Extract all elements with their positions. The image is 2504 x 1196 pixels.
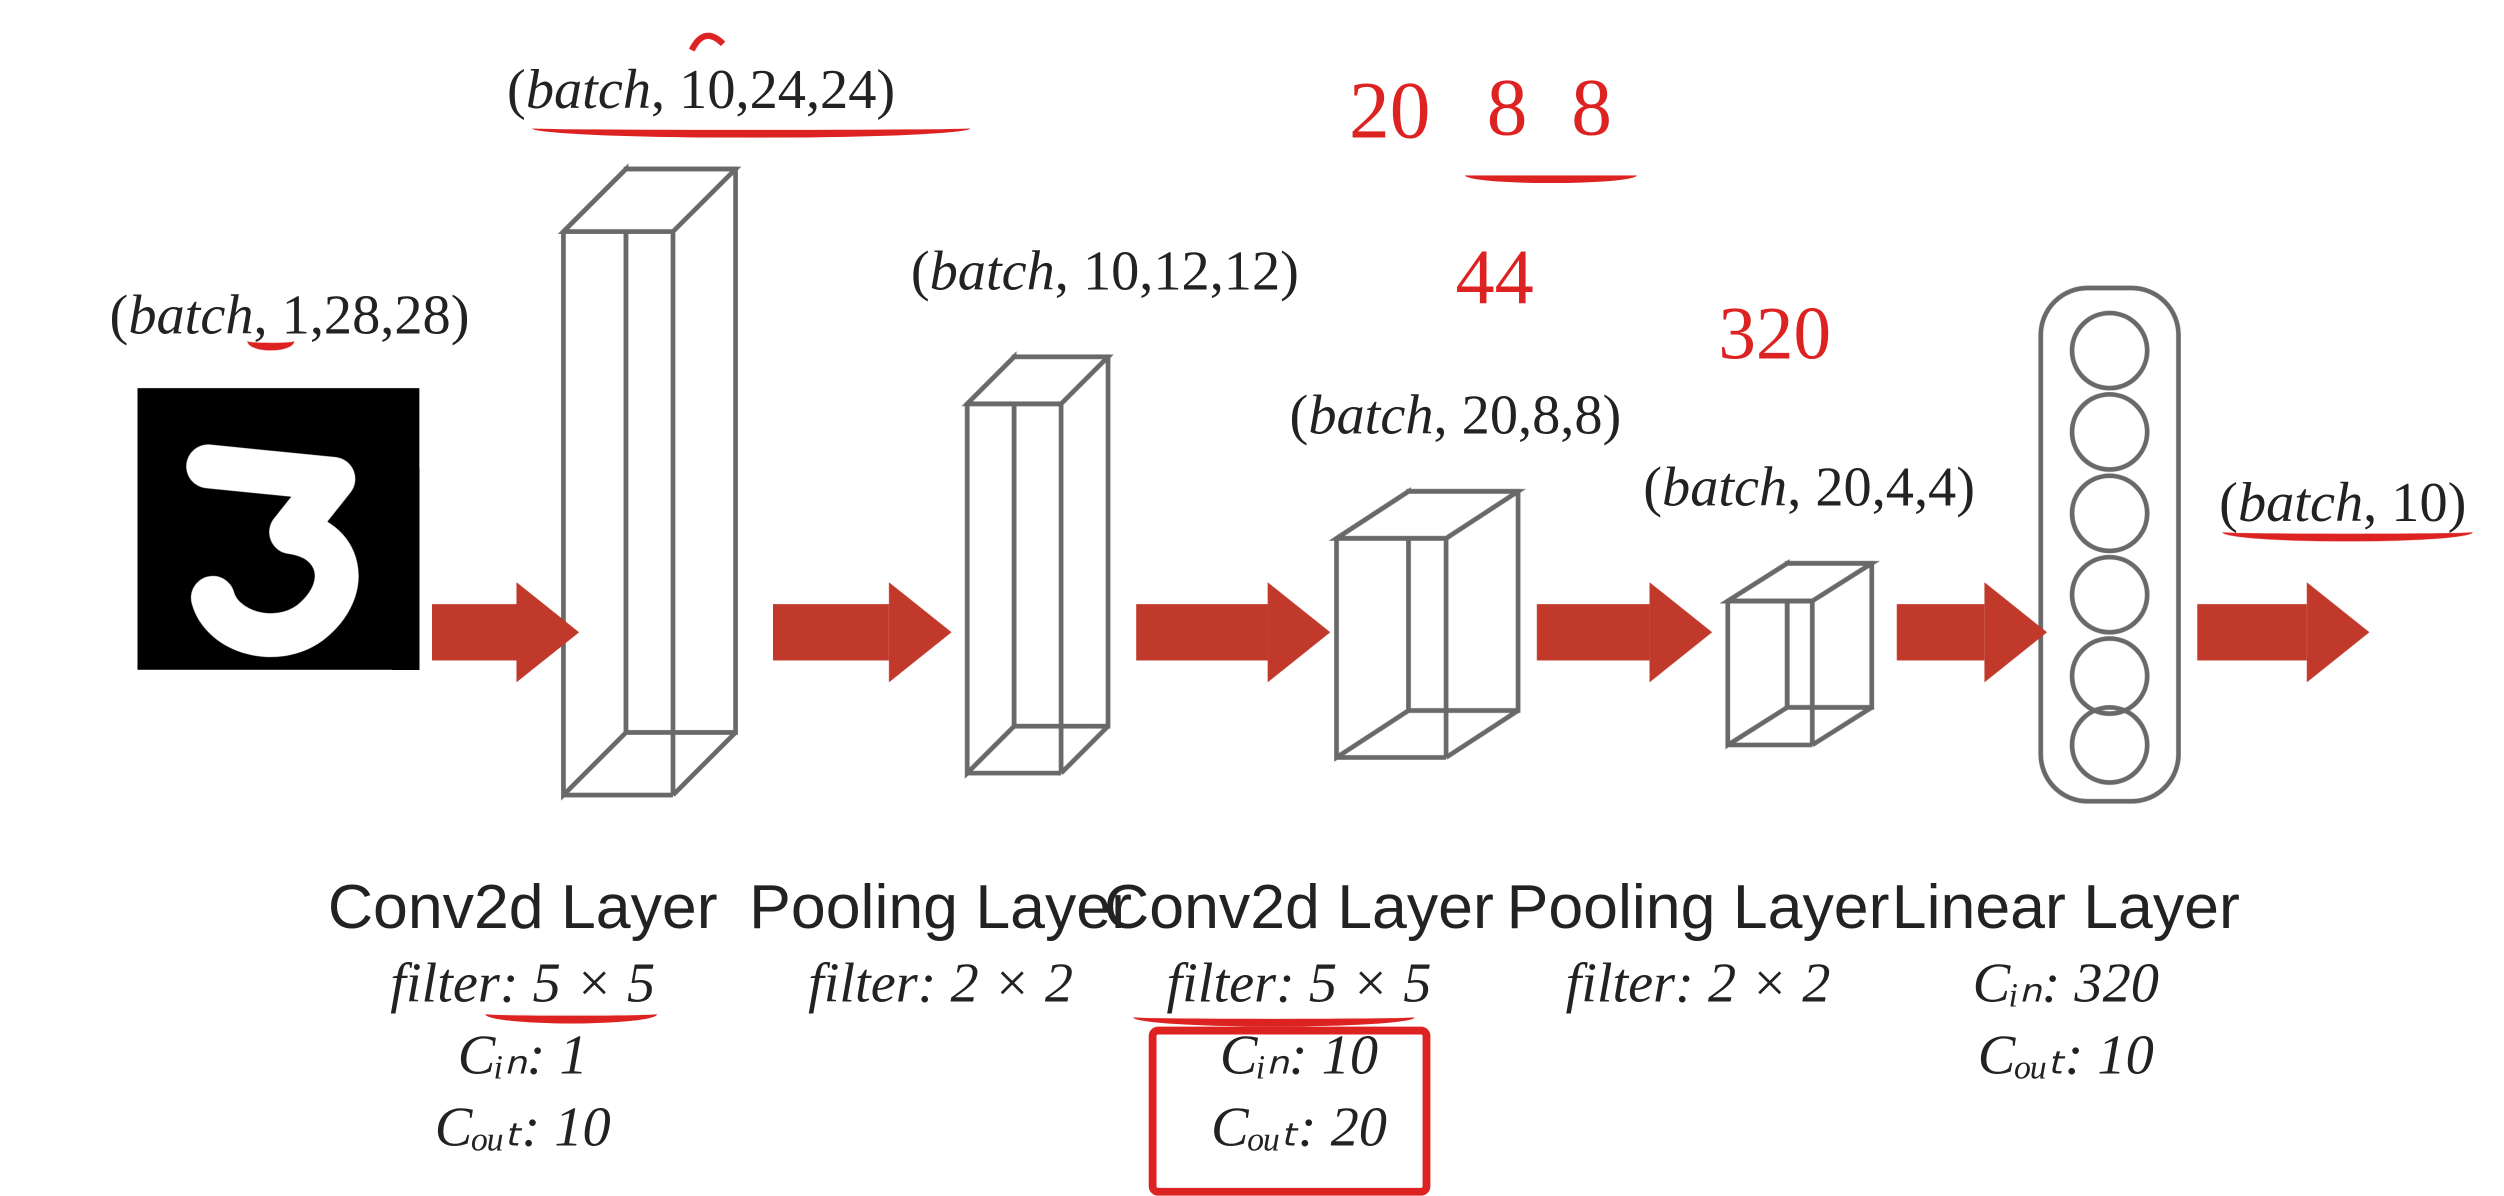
layer-filter: filter: 2 × 2 — [729, 950, 1152, 1016]
red-underline-output — [2222, 532, 2472, 541]
hand-note-8a: 8 — [1487, 63, 1528, 155]
layer-cout: Cₒᵤₜ: 10 — [319, 1094, 726, 1160]
layer-desc-linear: Linear Layer Cᵢₙ: 320 Cₒᵤₜ: 10 — [1872, 873, 2260, 1087]
red-box-cin-cout — [1149, 1027, 1431, 1196]
hand-note-20: 20 — [1349, 66, 1430, 158]
layer-cout: Cₒᵤₜ: 10 — [1872, 1022, 2260, 1088]
layer-desc-pool2: Pooling Layer filter: 2 × 2 — [1487, 873, 1910, 1015]
arrow-2 — [773, 582, 951, 682]
box3d-pool1 — [942, 335, 1145, 805]
hand-note-44: 44 — [1455, 232, 1533, 323]
layer-filter: filter: 2 × 2 — [1487, 950, 1910, 1016]
arrow-1 — [432, 582, 579, 682]
layer-cin: Cᵢₙ: 320 — [1872, 950, 2260, 1016]
box3d-pool2 — [1709, 551, 1897, 770]
hand-note-8b: 8 — [1571, 63, 1612, 155]
arrow-4 — [1537, 582, 1712, 682]
fc-layer-icon — [2031, 279, 2188, 811]
layer-title: Conv2d Layer — [1096, 873, 1503, 943]
layer-title: Pooling Layer — [729, 873, 1152, 943]
layer-desc-pool1: Pooling Layer filter: 2 × 2 — [729, 873, 1152, 1015]
hand-note-320: 320 — [1718, 291, 1831, 377]
box3d-conv1 — [532, 138, 782, 827]
layer-filter: filter: 5 × 5 — [1096, 950, 1503, 1016]
red-underline-input-1 — [247, 341, 294, 350]
box3d-conv2 — [1315, 476, 1550, 789]
arrow-6 — [2197, 582, 2369, 682]
layer-cin: Cᵢₙ: 1 — [319, 1022, 726, 1088]
layer-filter: filter: 5 × 5 — [319, 950, 726, 1016]
layer-title: Pooling Layer — [1487, 873, 1910, 943]
red-tick-icon — [685, 22, 732, 60]
red-underline-88 — [1465, 175, 1637, 183]
arrow-5 — [1897, 582, 2047, 682]
layer-title: Linear Layer — [1872, 873, 2260, 943]
arrow-3 — [1136, 582, 1330, 682]
mnist-input-image — [138, 388, 420, 670]
red-underline-conv1-shape — [532, 128, 970, 137]
layer-title: Conv2d Layer — [319, 873, 726, 943]
